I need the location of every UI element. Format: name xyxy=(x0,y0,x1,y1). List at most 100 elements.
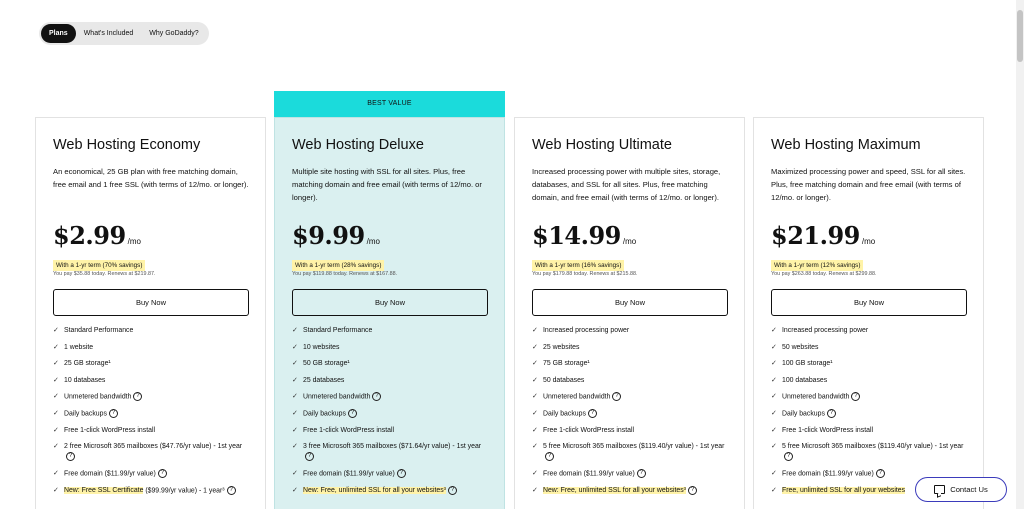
tab-plans[interactable]: Plans xyxy=(41,24,76,43)
page-scrollbar[interactable] xyxy=(1016,0,1024,509)
help-icon[interactable]: ? xyxy=(396,468,406,478)
feature-text: 100 databases xyxy=(782,376,967,386)
help-icon[interactable]: ? xyxy=(784,452,793,462)
feature-text: Free domain ($11.99/yr value)? xyxy=(303,468,488,479)
checkmark-icon: ✓ xyxy=(771,426,777,434)
scrollbar-thumb[interactable] xyxy=(1017,10,1023,62)
checkmark-icon: ✓ xyxy=(53,376,59,384)
feature-highlight: New: Free SSL Certificate xyxy=(64,487,144,495)
help-icon[interactable]: ? xyxy=(226,485,236,495)
plan-price: $2.99 xyxy=(53,221,126,250)
price-row: $21.99/mo xyxy=(771,221,875,250)
help-icon[interactable]: ? xyxy=(851,392,861,401)
price-period: /mo xyxy=(127,237,141,246)
plan-card-maximum: Web Hosting Maximum Maximized processing … xyxy=(753,117,984,509)
feature-label: Unmetered bandwidth xyxy=(782,393,850,401)
feature-item: ✓ Daily backups? xyxy=(532,408,728,419)
feature-text: New: Free SSL Certificate ($99.99/yr val… xyxy=(64,485,249,496)
checkmark-icon: ✓ xyxy=(771,343,777,351)
feature-text: 5 free Microsoft 365 mailboxes ($119.40/… xyxy=(543,442,728,462)
checkmark-icon: ✓ xyxy=(771,443,777,451)
feature-label: Unmetered bandwidth xyxy=(64,393,132,401)
buy-now-button[interactable]: Buy Now xyxy=(292,289,488,316)
plan-description: Increased processing power with multiple… xyxy=(532,167,721,202)
renewal-note: You pay $263.88 today. Renews at $299.88… xyxy=(771,271,877,277)
help-icon[interactable]: ? xyxy=(372,392,382,401)
feature-text: 3 free Microsoft 365 mailboxes ($71.64/y… xyxy=(303,442,488,462)
feature-item: ✓ 100 GB storage¹ xyxy=(771,359,967,369)
feature-label: Free 1-click WordPress install xyxy=(782,426,874,434)
feature-text: Free domain ($11.99/yr value)? xyxy=(64,468,249,479)
feature-item: ✓ Increased processing power xyxy=(771,326,967,336)
checkmark-icon: ✓ xyxy=(532,376,538,384)
plan-description: An economical, 25 GB plan with free matc… xyxy=(53,167,249,189)
checkmark-icon: ✓ xyxy=(532,343,538,351)
feature-item: ✓ 10 websites xyxy=(292,343,488,353)
help-icon[interactable]: ? xyxy=(347,408,357,418)
term-savings-badge: With a 1-yr term (12% savings) xyxy=(771,260,864,271)
best-value-badge: BEST VALUE xyxy=(274,91,505,117)
help-icon[interactable]: ? xyxy=(545,452,554,462)
feature-text: Unmetered bandwidth? xyxy=(303,392,488,402)
help-icon[interactable]: ? xyxy=(826,408,836,418)
feature-item: ✓ Daily backups? xyxy=(292,408,488,419)
checkmark-icon: ✓ xyxy=(532,443,538,451)
feature-text: 100 GB storage¹ xyxy=(782,359,967,369)
help-icon[interactable]: ? xyxy=(157,468,167,478)
feature-item: ✓ Free 1-click WordPress install xyxy=(532,426,728,436)
feature-item: ✓ Unmetered bandwidth? xyxy=(532,392,728,402)
checkmark-icon: ✓ xyxy=(532,409,538,417)
feature-text: Free 1-click WordPress install xyxy=(782,426,967,436)
feature-item: ✓ New: Free, unlimited SSL for all your w… xyxy=(292,485,488,496)
checkmark-icon: ✓ xyxy=(771,393,777,400)
checkmark-icon: ✓ xyxy=(53,486,59,494)
feature-item: ✓ 25 databases xyxy=(292,376,488,386)
renewal-note: You pay $119.88 today. Renews at $167.88… xyxy=(292,271,398,277)
help-icon[interactable]: ? xyxy=(133,392,143,401)
checkmark-icon: ✓ xyxy=(771,327,777,334)
feature-item: ✓ 1 website xyxy=(53,343,249,353)
feature-text: Unmetered bandwidth? xyxy=(782,392,967,402)
feature-label: 25 GB storage¹ xyxy=(64,360,111,367)
feature-item: ✓ Daily backups? xyxy=(53,408,249,419)
checkmark-icon: ✓ xyxy=(53,409,59,417)
checkmark-icon: ✓ xyxy=(771,376,777,384)
buy-now-button[interactable]: Buy Now xyxy=(771,289,967,316)
feature-text: 25 GB storage¹ xyxy=(64,359,249,369)
help-icon[interactable]: ? xyxy=(447,485,457,495)
help-icon[interactable]: ? xyxy=(687,485,697,495)
feature-item: ✓ Unmetered bandwidth? xyxy=(771,392,967,402)
checkmark-icon: ✓ xyxy=(292,409,298,417)
feature-text: Unmetered bandwidth? xyxy=(543,392,728,402)
buy-now-button[interactable]: Buy Now xyxy=(532,289,728,316)
help-icon[interactable]: ? xyxy=(305,452,314,462)
feature-text: Increased processing power xyxy=(782,326,967,336)
feature-label: 50 databases xyxy=(543,376,585,384)
checkmark-icon: ✓ xyxy=(292,393,298,400)
tab-why-godaddy[interactable]: Why GoDaddy? xyxy=(141,24,206,43)
help-icon[interactable]: ? xyxy=(612,392,622,401)
help-icon[interactable]: ? xyxy=(108,408,118,418)
feature-label: 5 free Microsoft 365 mailboxes ($119.40/… xyxy=(543,443,725,451)
feature-item: ✓ 50 databases xyxy=(532,376,728,386)
checkmark-icon: ✓ xyxy=(53,360,59,367)
checkmark-icon: ✓ xyxy=(532,393,538,400)
plan-title: Web Hosting Deluxe xyxy=(292,137,424,153)
help-icon[interactable]: ? xyxy=(636,468,646,478)
feature-text: 50 websites xyxy=(782,343,967,353)
help-icon[interactable]: ? xyxy=(587,408,597,418)
feature-text: New: Free, unlimited SSL for all your we… xyxy=(303,485,488,496)
feature-text: Daily backups? xyxy=(64,408,249,419)
help-icon[interactable]: ? xyxy=(875,468,885,478)
feature-list: ✓ Increased processing power ✓ 25 websites ✓… xyxy=(532,326,728,503)
feature-text: 5 free Microsoft 365 mailboxes ($119.40/… xyxy=(782,442,967,462)
tab-whats-included[interactable]: What's Included xyxy=(76,24,142,43)
help-icon[interactable]: ? xyxy=(66,452,75,462)
feature-label: 50 websites xyxy=(782,343,819,351)
price-row: $9.99/mo xyxy=(292,221,380,250)
feature-label: Increased processing power xyxy=(782,327,869,334)
contact-us-button[interactable]: Contact Us xyxy=(915,477,1007,502)
feature-item: ✓ Free domain ($11.99/yr value)? xyxy=(53,468,249,479)
checkmark-icon: ✓ xyxy=(53,426,59,434)
buy-now-button[interactable]: Buy Now xyxy=(53,289,249,316)
